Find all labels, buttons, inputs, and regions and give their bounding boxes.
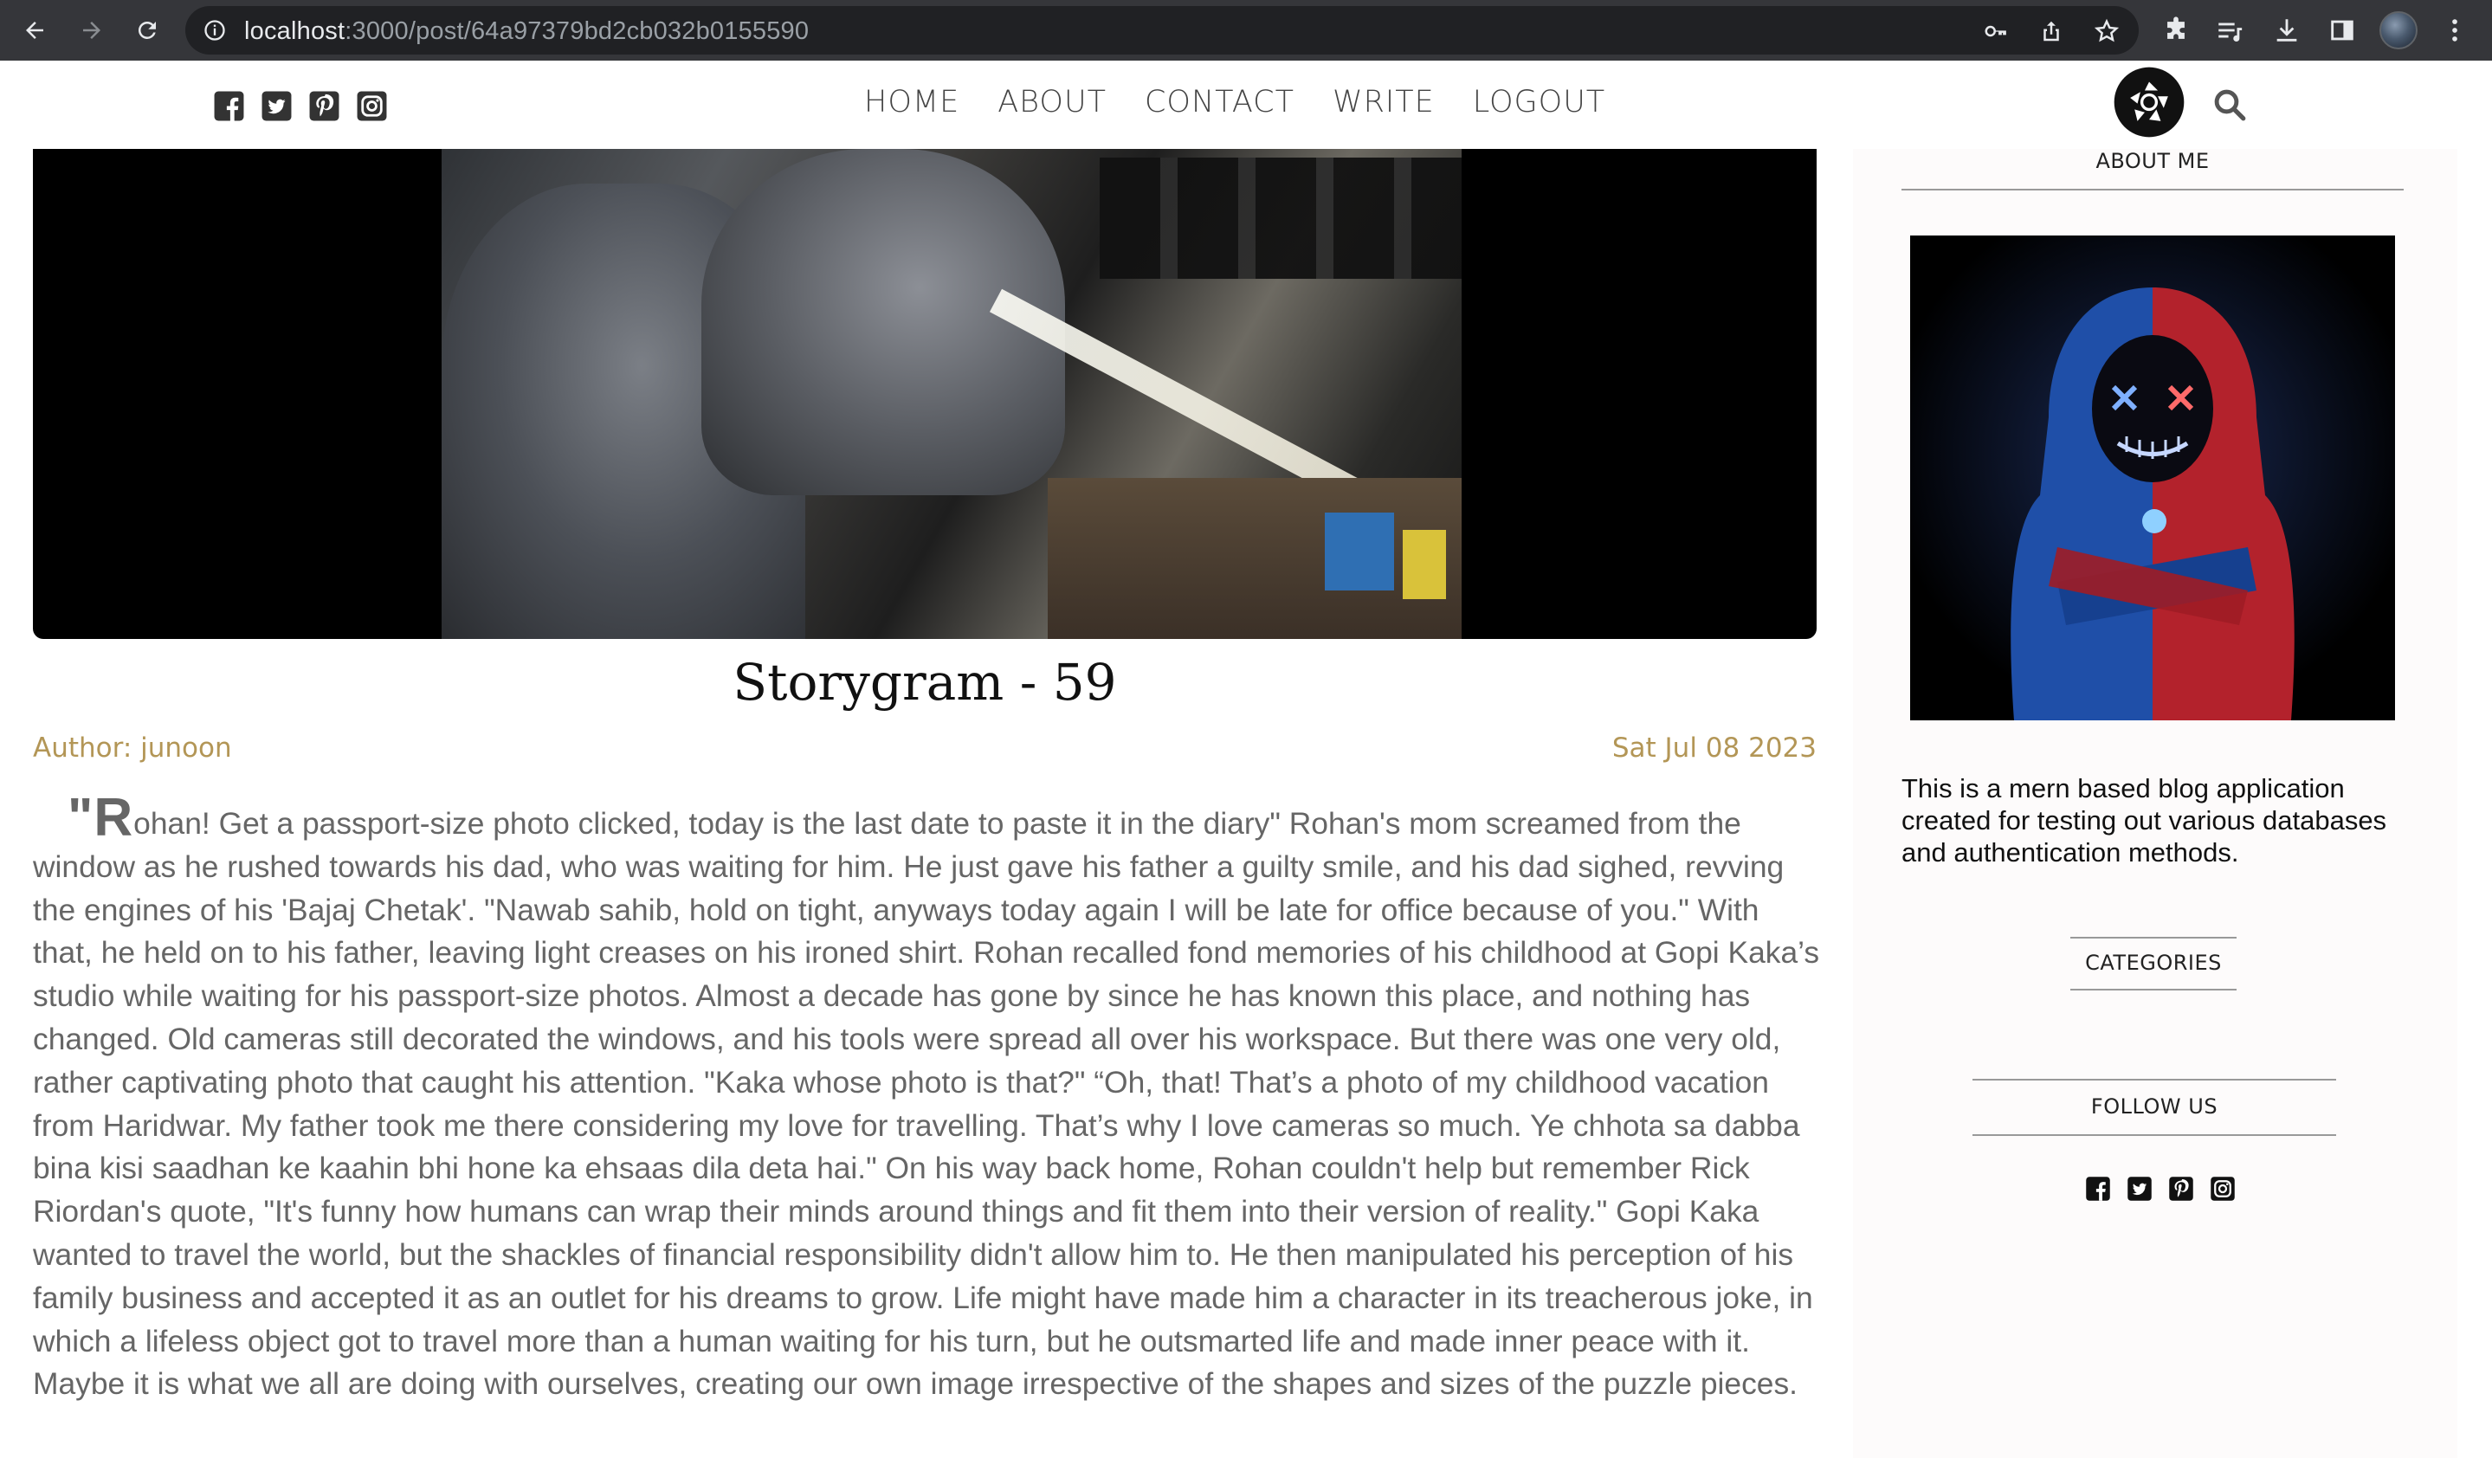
back-button[interactable] (16, 11, 54, 49)
pinterest-square-icon[interactable] (308, 90, 340, 122)
menu-item-write[interactable]: WRITE (1333, 85, 1435, 119)
forward-button[interactable] (73, 11, 111, 49)
bookmark-star-icon[interactable] (2094, 18, 2120, 44)
post-cover-image (33, 149, 1817, 639)
twitter-square-icon[interactable] (261, 90, 293, 122)
address-bar[interactable]: localhost:3000/post/64a97379bd2cb032b015… (185, 6, 2139, 55)
key-icon[interactable] (1983, 18, 2009, 44)
search-icon[interactable] (2211, 87, 2248, 123)
profile-avatar[interactable] (2379, 11, 2418, 49)
aperture-logo-icon[interactable] (2113, 66, 2185, 139)
info-icon[interactable] (203, 18, 227, 42)
reload-button[interactable] (128, 11, 166, 49)
sidebar-categories-title: CATEGORIES (2070, 937, 2237, 990)
more-vert-icon[interactable] (2440, 16, 2469, 45)
browser-toolbar: localhost:3000/post/64a97379bd2cb032b015… (0, 0, 2492, 61)
sidebar: ABOUT ME This is a mern based blog appli… (1853, 149, 2457, 1458)
arrow-left-icon (26, 22, 43, 39)
instagram-icon[interactable] (2210, 1176, 2236, 1202)
twitter-square-icon[interactable] (2127, 1176, 2153, 1202)
extensions-icon[interactable] (2161, 16, 2191, 45)
url-text[interactable]: localhost:3000/post/64a97379bd2cb032b015… (244, 17, 809, 46)
post-title: Storygram - 59 (733, 653, 1117, 712)
download-icon[interactable] (2272, 16, 2302, 45)
hooded-figure-image (1910, 236, 2395, 720)
menu-item-about[interactable]: ABOUT (997, 85, 1107, 119)
social-links-sidebar (2085, 1176, 2236, 1202)
site-topbar: HOME ABOUT CONTACT WRITE LOGOUT (0, 61, 2492, 149)
instagram-icon[interactable] (356, 90, 388, 122)
menu-item-contact[interactable]: CONTACT (1145, 85, 1294, 119)
facebook-square-icon[interactable] (2085, 1176, 2111, 1202)
sidebar-about-title: ABOUT ME (1901, 149, 2404, 190)
menu-item-home[interactable]: HOME (864, 85, 959, 119)
cover-photo (442, 149, 1462, 639)
reload-icon (138, 21, 156, 39)
post-body-text: ohan! Get a passport-size photo clicked,… (33, 806, 1820, 1402)
sidebar-about-image (1910, 236, 2395, 720)
post-date: Sat Jul 08 2023 (1611, 732, 1817, 764)
photo-blue-box (1325, 513, 1394, 590)
menu-item-logout[interactable]: LOGOUT (1473, 85, 1605, 119)
sidebar-about-text: This is a mern based blog application cr… (1901, 773, 2387, 868)
photo-cameras-row (1100, 158, 1462, 279)
photo-workbench (1048, 478, 1462, 639)
post-dropcap: "R (68, 788, 134, 848)
photo-yellow-box (1403, 530, 1446, 599)
side-panel-icon[interactable] (2327, 16, 2357, 45)
facebook-square-icon[interactable] (213, 90, 245, 122)
arrow-right-icon (83, 22, 100, 39)
post-body: "Rohan! Get a passport-size photo clicke… (33, 791, 1825, 1406)
sidebar-follow-title: FOLLOW US (1972, 1079, 2336, 1136)
social-links-top (213, 90, 388, 122)
main-menu: HOME ABOUT CONTACT WRITE LOGOUT (864, 85, 1643, 119)
share-icon[interactable] (2038, 18, 2064, 44)
post-author[interactable]: Author: junoon (33, 732, 232, 764)
reading-list-icon[interactable] (2215, 16, 2244, 45)
pinterest-square-icon[interactable] (2168, 1176, 2194, 1202)
